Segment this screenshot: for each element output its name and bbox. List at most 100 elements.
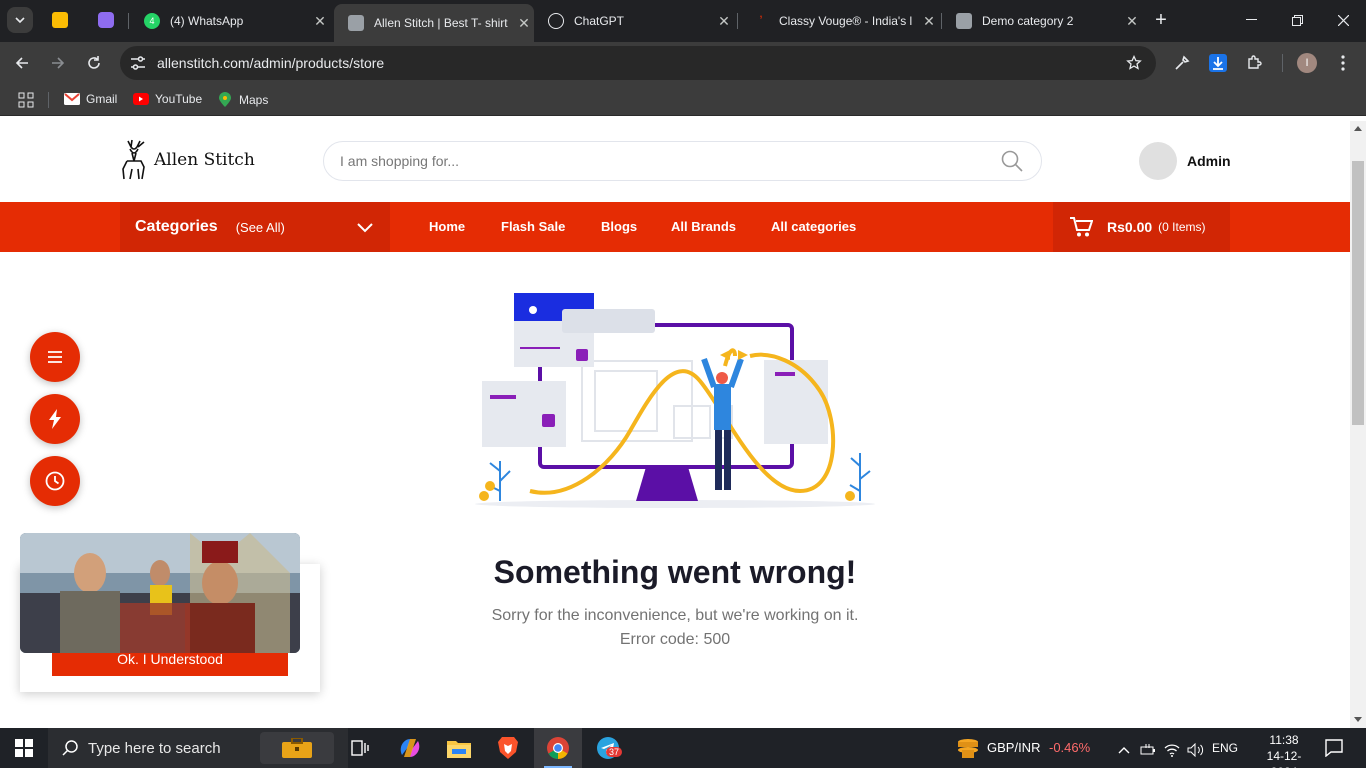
puzzle-icon [1248, 55, 1262, 69]
search-input[interactable]: I am shopping for... [340, 153, 1001, 169]
lightning-icon [49, 409, 61, 429]
categories-dropdown[interactable]: Categories (See All) [120, 202, 390, 252]
nav-all-categories[interactable]: All categories [771, 219, 856, 234]
clock[interactable]: 11:38 14-12-2024 [1254, 732, 1314, 780]
chevron-up-icon [1118, 747, 1130, 754]
copilot-icon [400, 739, 420, 757]
menu-fab[interactable] [30, 332, 80, 382]
classy-vouge-icon: ʼ [759, 13, 763, 29]
start-button[interactable] [10, 734, 38, 762]
telegram-button[interactable]: 37 [594, 734, 623, 762]
tab-demo-category[interactable]: Demo category 2 ✕ [942, 5, 1142, 37]
scroll-down-icon[interactable] [1354, 717, 1362, 723]
wifi-icon [1164, 744, 1180, 757]
minimize-button[interactable] [1228, 0, 1274, 40]
tab-search-button[interactable] [7, 7, 33, 33]
tab-classy-vouge[interactable]: ʼ Classy Vouge® - India's l ✕ [739, 5, 939, 37]
reload-button[interactable] [81, 50, 107, 76]
task-view-button[interactable] [346, 734, 374, 762]
nav-flash-sale[interactable]: Flash Sale [501, 219, 565, 234]
scroll-up-icon[interactable] [1354, 125, 1362, 131]
page-icon [956, 13, 972, 29]
video-frame [20, 533, 300, 653]
product-search[interactable]: I am shopping for... [323, 141, 1042, 181]
language-indicator[interactable]: ENG [1212, 741, 1238, 755]
user-menu[interactable]: Admin [1139, 142, 1231, 180]
more-vertical-icon [1341, 55, 1345, 71]
logo-text: Allen Stitch [154, 150, 255, 170]
ticker-change: -0.46% [1049, 740, 1091, 755]
tab-chatgpt[interactable]: ChatGPT ✕ [534, 5, 734, 37]
menu-button[interactable] [1330, 50, 1356, 76]
nav-blogs[interactable]: Blogs [601, 219, 637, 234]
close-icon[interactable]: ✕ [919, 13, 939, 30]
notifications-button[interactable] [1320, 734, 1348, 762]
tab-title: Demo category 2 [982, 14, 1074, 28]
copilot-button[interactable] [396, 734, 424, 762]
hamburger-icon [48, 351, 62, 363]
close-icon[interactable]: ✕ [1122, 13, 1142, 30]
telegram-badge: 37 [606, 747, 623, 757]
extensions-button[interactable] [1241, 50, 1267, 76]
brave-button[interactable] [494, 734, 522, 762]
back-button[interactable] [9, 50, 35, 76]
clock-date: 14-12-2024 [1266, 749, 1302, 779]
url-text: allenstitch.com/admin/products/store [157, 55, 385, 71]
pinned-tab-app[interactable] [92, 6, 120, 34]
new-tab-button[interactable]: + [1148, 7, 1174, 33]
file-explorer-button[interactable] [445, 734, 473, 762]
address-bar[interactable]: allenstitch.com/admin/products/store [120, 46, 1156, 80]
nav-home[interactable]: Home [429, 219, 465, 234]
windows-taskbar: Type here to search 37 GBP/INR -0.46% EN… [0, 728, 1366, 779]
tab-title: Classy Vouge® - India's l [779, 14, 913, 28]
deer-logo-icon [122, 139, 145, 180]
restore-icon [1291, 14, 1303, 26]
star-icon[interactable] [1126, 55, 1142, 71]
cart-icon [1070, 217, 1093, 237]
search-icon[interactable] [1001, 150, 1023, 172]
history-fab[interactable] [30, 456, 80, 506]
eyedropper-extension[interactable] [1169, 50, 1195, 76]
speaker-icon [1187, 743, 1204, 757]
bookmark-youtube[interactable]: YouTube [133, 92, 202, 106]
tab-whatsapp[interactable]: 4 (4) WhatsApp ✕ [130, 5, 330, 37]
profile-button[interactable]: I [1294, 50, 1320, 76]
browser-tab-bar: 4 (4) WhatsApp ✕ Allen Stitch | Best T- … [0, 0, 1366, 42]
site-logo[interactable]: Allen Stitch [118, 139, 255, 181]
see-all-link[interactable]: (See All) [236, 220, 285, 235]
chevron-down-icon [357, 223, 373, 233]
flash-fab[interactable] [30, 394, 80, 444]
bookmark-label: Gmail [86, 92, 118, 106]
close-icon[interactable]: ✕ [714, 13, 734, 30]
reload-icon [88, 56, 100, 69]
video-popup[interactable] [20, 533, 300, 653]
taskbar-search[interactable]: Type here to search [48, 728, 348, 768]
close-window-button[interactable] [1320, 0, 1366, 40]
tab-allen-stitch[interactable]: Allen Stitch | Best T- shirt ✕ [334, 4, 534, 42]
taskbar-search-placeholder: Type here to search [88, 739, 221, 757]
pinned-tab-keep[interactable] [46, 6, 74, 34]
restore-button[interactable] [1274, 0, 1320, 40]
close-icon[interactable]: ✕ [514, 15, 534, 32]
chrome-button[interactable] [534, 728, 582, 768]
volume-tray[interactable] [1182, 736, 1210, 764]
forward-button[interactable] [45, 50, 71, 76]
brave-icon [498, 737, 518, 759]
stocks-widget[interactable] [954, 734, 982, 762]
categories-label: Categories [135, 218, 218, 235]
youtube-icon [133, 93, 149, 105]
tab-title: Allen Stitch | Best T- shirt [374, 16, 508, 30]
cart-button[interactable]: Rs0.00 (0 Items) [1053, 202, 1230, 252]
bookmark-maps[interactable]: Maps [218, 92, 268, 108]
apps-grid-icon [18, 92, 34, 108]
scrollbar-thumb[interactable] [1352, 161, 1364, 425]
chevron-down-icon [15, 17, 25, 24]
maps-pin-icon [219, 92, 231, 107]
page-scrollbar[interactable] [1350, 121, 1366, 728]
nav-all-brands[interactable]: All Brands [671, 219, 736, 234]
site-settings-icon[interactable] [130, 56, 146, 70]
apps-button[interactable] [18, 92, 34, 108]
close-icon[interactable]: ✕ [310, 13, 330, 30]
download-extension[interactable] [1205, 50, 1231, 76]
bookmark-gmail[interactable]: Gmail [64, 92, 117, 106]
